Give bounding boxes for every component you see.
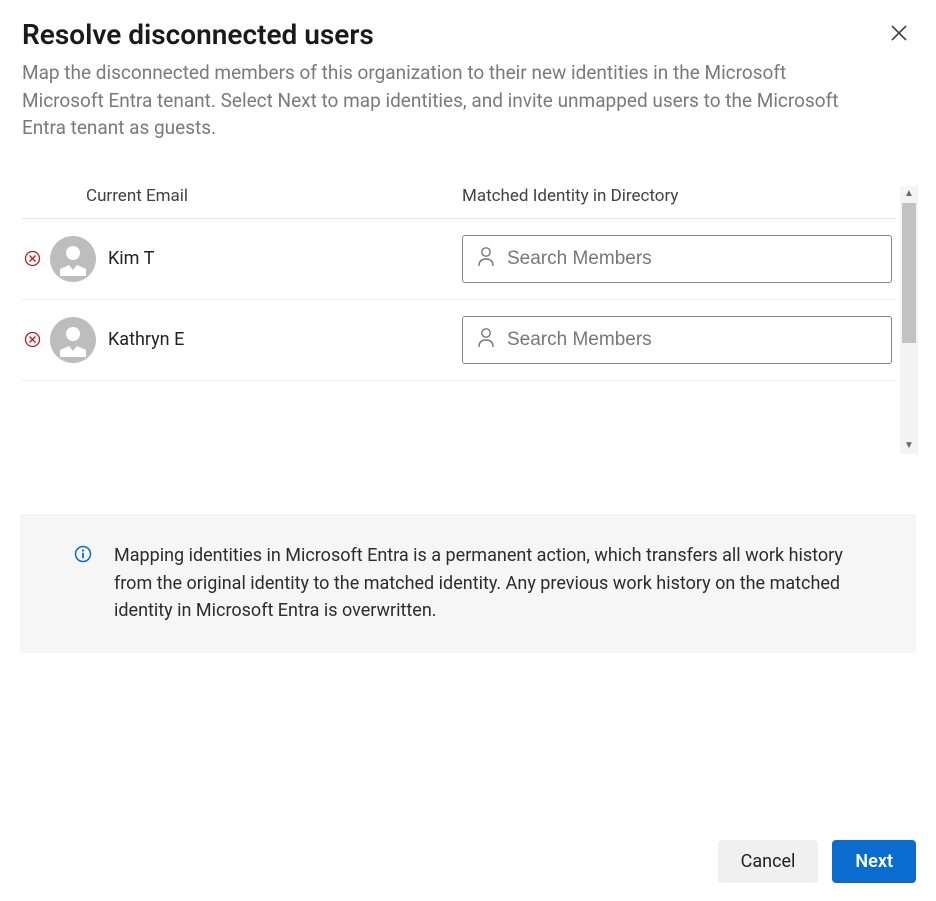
avatar [50, 317, 96, 363]
search-input[interactable] [507, 329, 877, 351]
close-icon [890, 30, 908, 45]
close-button[interactable] [884, 18, 914, 48]
scroll-down-arrow-icon[interactable]: ▼ [900, 438, 918, 454]
user-row: Kathryn E [22, 300, 896, 381]
cancel-button[interactable]: Cancel [718, 840, 819, 883]
dialog-title: Resolve disconnected users [22, 18, 374, 51]
search-input[interactable] [507, 248, 877, 270]
remove-icon [24, 336, 41, 351]
info-box: Mapping identities in Microsoft Entra is… [20, 514, 916, 654]
person-icon [477, 246, 495, 272]
info-icon [74, 545, 92, 626]
remove-icon [24, 255, 41, 270]
scrollbar-thumb[interactable] [902, 203, 916, 343]
info-text: Mapping identities in Microsoft Entra is… [114, 542, 874, 626]
scroll-up-arrow-icon[interactable]: ▲ [900, 186, 918, 202]
search-members-field[interactable] [462, 316, 892, 364]
column-header-current-email: Current Email [22, 186, 188, 206]
user-row: Kim T [22, 219, 896, 300]
dialog-subtitle: Map the disconnected members of this org… [22, 59, 852, 142]
person-icon [477, 327, 495, 353]
remove-user-button[interactable] [22, 250, 50, 267]
user-name: Kim T [108, 248, 154, 269]
column-header-matched-identity: Matched Identity in Directory [462, 186, 678, 206]
scrollbar[interactable]: ▲ ▼ [900, 186, 918, 454]
user-name: Kathryn E [108, 329, 184, 350]
remove-user-button[interactable] [22, 331, 50, 348]
avatar [50, 236, 96, 282]
next-button[interactable]: Next [832, 840, 916, 883]
search-members-field[interactable] [462, 235, 892, 283]
